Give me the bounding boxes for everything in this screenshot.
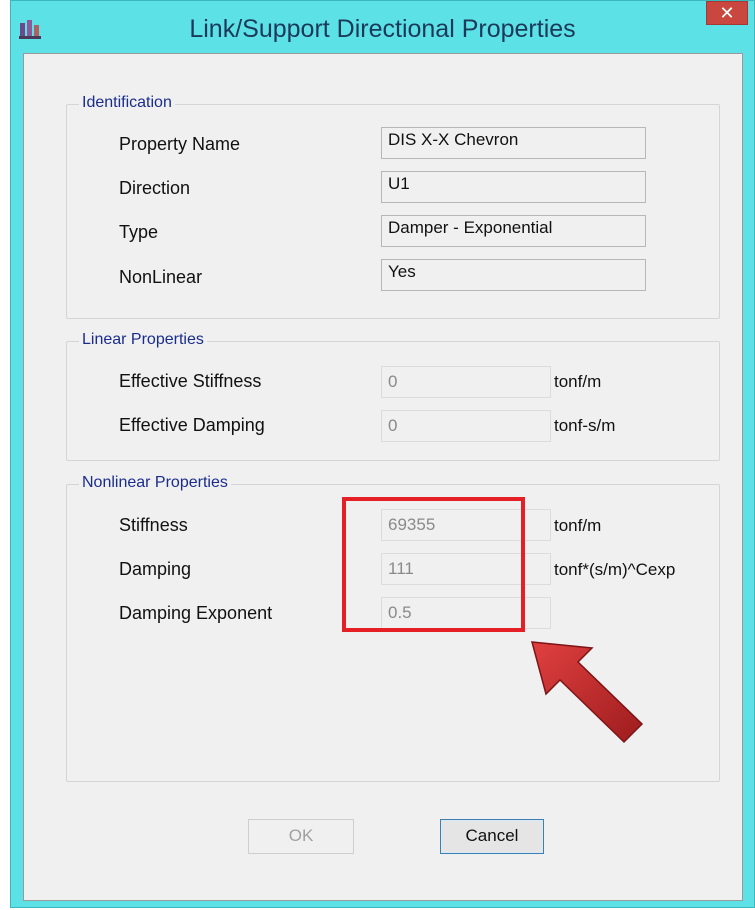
title-bar[interactable]: Link/Support Directional Properties ✕ <box>11 1 754 53</box>
cancel-button[interactable]: Cancel <box>440 819 544 854</box>
linear-properties-title: Linear Properties <box>79 331 207 349</box>
dialog-window: Link/Support Directional Properties ✕ Id… <box>10 0 755 908</box>
type-label: Type <box>119 222 159 242</box>
direction-value: U1 <box>381 171 646 203</box>
effective-stiffness-input[interactable]: 0 <box>381 366 551 398</box>
nonlinear-value: Yes <box>381 259 646 291</box>
dialog-body: Identification Property Name DIS X-X Che… <box>23 53 743 901</box>
red-arrow-icon <box>530 641 644 744</box>
type-value: Damper - Exponential <box>381 215 646 247</box>
ok-button[interactable]: OK <box>248 819 354 854</box>
linear-properties-group: Linear Properties <box>66 331 720 461</box>
effective-stiffness-unit: tonf/m <box>554 372 602 391</box>
close-icon[interactable]: ✕ <box>706 1 748 25</box>
damping-unit: tonf*(s/m)^Cexp <box>554 560 676 579</box>
stiffness-unit: tonf/m <box>554 516 602 535</box>
property-name-label: Property Name <box>119 134 241 154</box>
highlight-box <box>342 497 525 632</box>
damping-exponent-label: Damping Exponent <box>119 603 273 623</box>
property-name-value: DIS X-X Chevron <box>381 127 646 159</box>
direction-label: Direction <box>119 178 191 198</box>
effective-stiffness-label: Effective Stiffness <box>119 371 262 391</box>
nonlinear-label: NonLinear <box>119 267 203 287</box>
damping-label: Damping <box>119 559 192 579</box>
effective-damping-label: Effective Damping <box>119 415 265 435</box>
effective-damping-input[interactable]: 0 <box>381 410 551 442</box>
stiffness-label: Stiffness <box>119 515 188 535</box>
nonlinear-properties-title: Nonlinear Properties <box>79 474 231 492</box>
identification-title: Identification <box>79 94 175 112</box>
effective-damping-unit: tonf-s/m <box>554 416 616 435</box>
window-title: Link/Support Directional Properties <box>189 15 576 43</box>
